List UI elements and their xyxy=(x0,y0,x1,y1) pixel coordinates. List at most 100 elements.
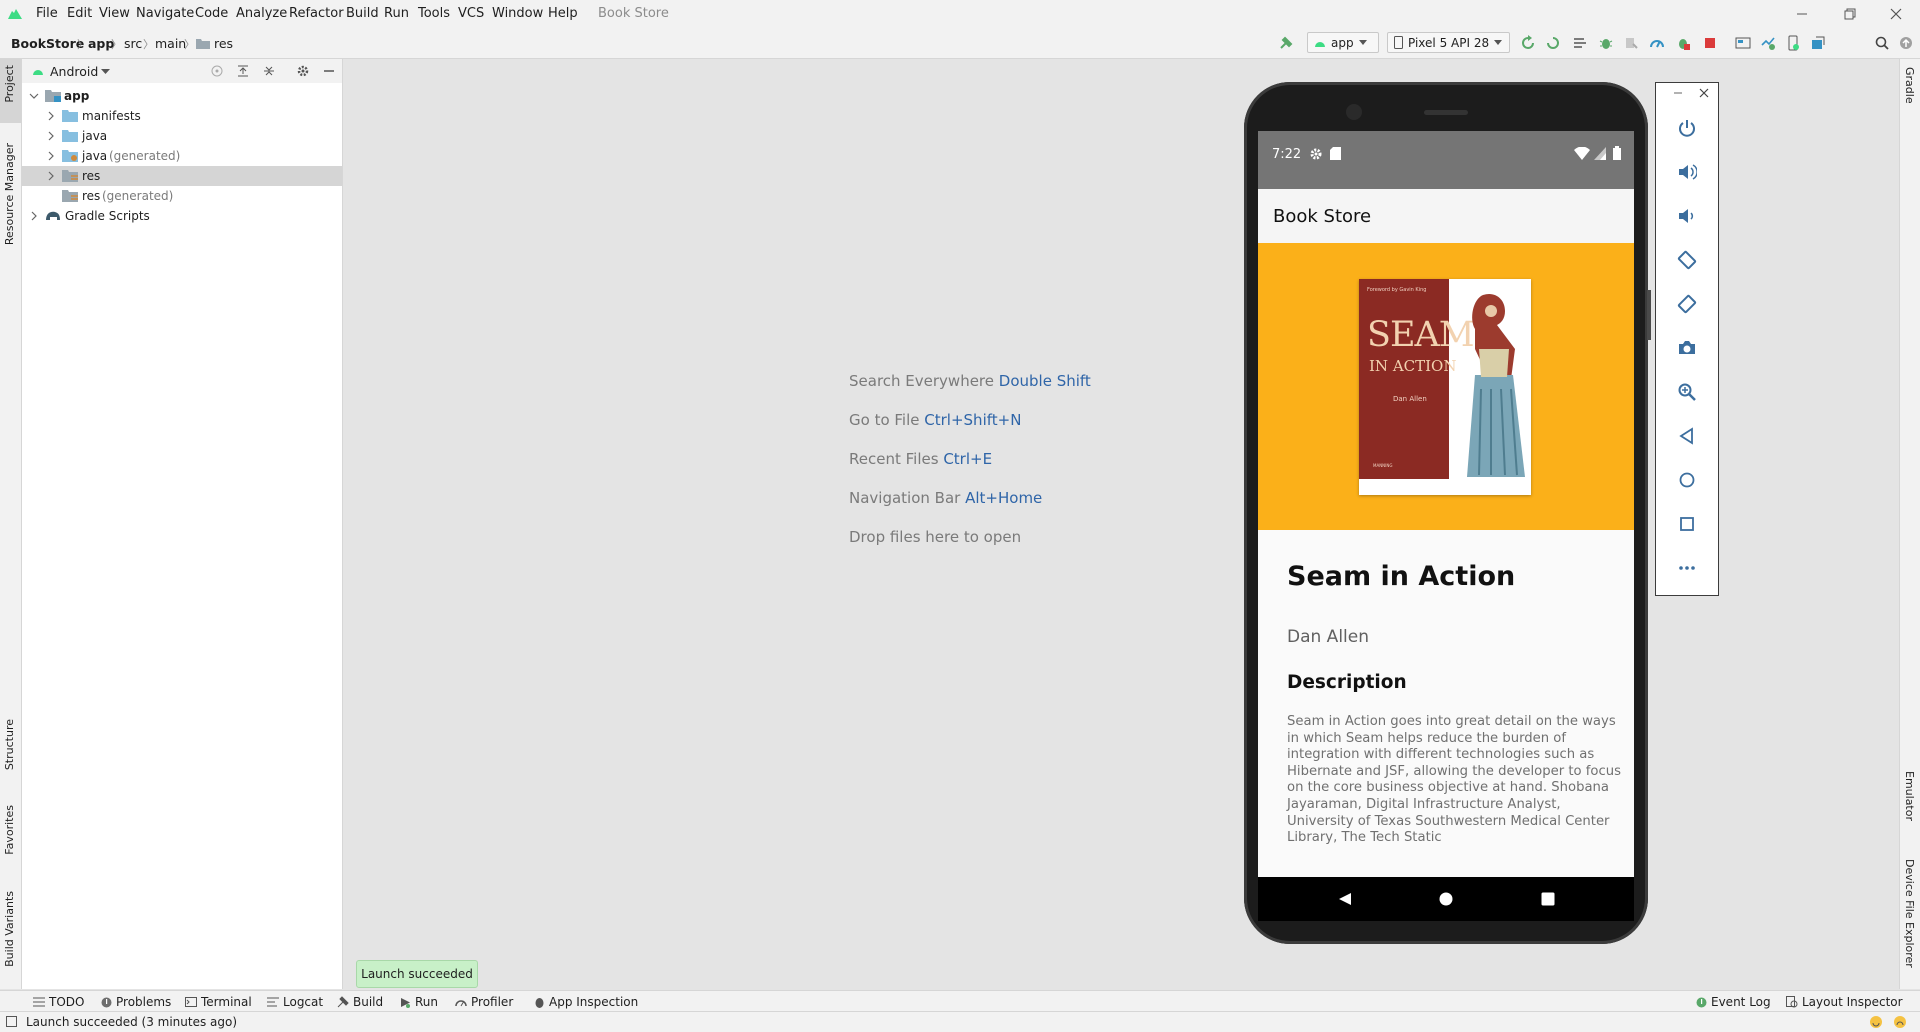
run-configuration-select[interactable]: app xyxy=(1307,32,1379,53)
terminal-tab[interactable]: Terminal xyxy=(185,995,252,1009)
locate-file-icon[interactable] xyxy=(210,64,224,78)
search-icon[interactable] xyxy=(1872,33,1892,53)
chevron-right-icon[interactable] xyxy=(46,171,56,181)
layout-inspector-tab[interactable]: Layout Inspector xyxy=(1786,995,1903,1009)
profiler-tab[interactable]: Profiler xyxy=(455,995,513,1009)
nav-back-icon[interactable] xyxy=(1338,892,1352,906)
menu-vcs[interactable]: VCS xyxy=(458,6,484,21)
tree-node-manifests[interactable]: manifests xyxy=(22,106,342,126)
menu-file[interactable]: File xyxy=(36,6,58,21)
stop-icon[interactable] xyxy=(1700,33,1720,53)
more-options-icon[interactable] xyxy=(1674,555,1700,581)
chevron-right-icon[interactable] xyxy=(46,111,56,121)
close-emulator-icon[interactable] xyxy=(1699,88,1709,98)
back-triangle-icon[interactable] xyxy=(1674,423,1700,449)
tree-node-app[interactable]: app xyxy=(22,86,342,106)
nav-home-icon[interactable] xyxy=(1439,892,1453,906)
build-variants-tool-tab[interactable]: Build Variants xyxy=(3,891,16,967)
menu-window[interactable]: Window xyxy=(492,6,543,21)
chevron-down-icon[interactable] xyxy=(101,69,110,74)
favorites-tool-tab[interactable]: Favorites xyxy=(3,805,16,855)
attach-debugger-icon[interactable] xyxy=(1621,33,1641,53)
sync-gradle-icon[interactable] xyxy=(1758,33,1778,53)
nav-recents-icon[interactable] xyxy=(1541,892,1555,906)
breadcrumb-res[interactable]: res xyxy=(214,36,233,51)
hide-panel-icon[interactable] xyxy=(322,64,336,78)
chevron-right-icon[interactable] xyxy=(29,211,39,221)
restore-window-icon[interactable] xyxy=(1840,4,1860,24)
menu-edit[interactable]: Edit xyxy=(67,6,92,21)
make-project-hammer-icon[interactable] xyxy=(1276,33,1296,53)
home-circle-icon[interactable] xyxy=(1674,467,1700,493)
problems-tab[interactable]: Problems xyxy=(101,995,171,1009)
app-inspection-tab[interactable]: App Inspection xyxy=(534,995,638,1009)
apply-code-changes-icon[interactable] xyxy=(1570,33,1590,53)
menu-analyze[interactable]: Analyze xyxy=(236,6,287,21)
menu-code[interactable]: Code xyxy=(195,6,228,21)
emulator-screen[interactable]: 7:22 Book Store Foreword by Gavin King S… xyxy=(1258,131,1634,877)
feedback-sad-icon[interactable] xyxy=(1893,1015,1907,1029)
resource-manager-tool-tab[interactable]: Resource Manager xyxy=(3,143,16,245)
chevron-right-icon[interactable] xyxy=(46,151,56,161)
volume-up-icon[interactable] xyxy=(1674,159,1700,185)
ide-updates-icon[interactable] xyxy=(1896,33,1916,53)
todo-tab[interactable]: TODO xyxy=(33,995,84,1009)
tree-node-gradle-scripts[interactable]: Gradle Scripts xyxy=(22,206,342,226)
structure-tool-tab[interactable]: Structure xyxy=(3,719,16,770)
device-select[interactable]: Pixel 5 API 28 xyxy=(1387,32,1510,53)
view-mode-select[interactable]: Android xyxy=(50,64,98,79)
event-log-tab[interactable]: Event Log xyxy=(1696,995,1771,1009)
emulator-tool-tab[interactable]: Emulator xyxy=(1903,771,1916,821)
project-tool-tab[interactable]: Project xyxy=(3,65,16,103)
menu-navigate[interactable]: Navigate xyxy=(136,6,194,21)
menu-refactor[interactable]: Refactor xyxy=(289,6,344,21)
sdk-manager-icon[interactable] xyxy=(1808,33,1828,53)
overview-square-icon[interactable] xyxy=(1674,511,1700,537)
breadcrumb-main[interactable]: main xyxy=(155,36,186,51)
gear-icon[interactable] xyxy=(296,64,310,78)
menu-run[interactable]: Run xyxy=(384,6,409,21)
feedback-smile-icon[interactable] xyxy=(1869,1015,1883,1029)
device-manager-icon[interactable] xyxy=(1783,33,1803,53)
rotate-right-icon[interactable] xyxy=(1674,291,1700,317)
project-structure-icon[interactable] xyxy=(1733,33,1753,53)
volume-down-icon[interactable] xyxy=(1674,203,1700,229)
tree-node-java-generated[interactable]: java (generated) xyxy=(22,146,342,166)
phone-device-icon xyxy=(1394,36,1403,49)
collapse-all-icon[interactable] xyxy=(262,64,276,78)
tree-node-res-generated[interactable]: res (generated) xyxy=(22,186,342,206)
close-window-icon[interactable] xyxy=(1886,4,1906,24)
shortcut-key: Alt+Home xyxy=(965,489,1043,507)
screenshot-camera-icon[interactable] xyxy=(1674,335,1700,361)
zoom-icon[interactable] xyxy=(1674,379,1700,405)
rerun-icon[interactable] xyxy=(1518,33,1538,53)
android-view-icon xyxy=(32,66,44,76)
profile-icon[interactable] xyxy=(1647,33,1667,53)
rotate-left-icon[interactable] xyxy=(1674,247,1700,273)
minimize-emulator-icon[interactable] xyxy=(1673,88,1683,98)
breadcrumb-src[interactable]: src xyxy=(124,36,142,51)
minimize-window-icon[interactable] xyxy=(1792,4,1812,24)
status-panel-toggle-icon[interactable] xyxy=(6,1016,17,1027)
build-tab[interactable]: Build xyxy=(337,995,383,1009)
menu-view[interactable]: View xyxy=(99,6,130,21)
menu-tools[interactable]: Tools xyxy=(418,6,450,21)
device-file-explorer-tool-tab[interactable]: Device File Explorer xyxy=(1903,859,1916,968)
menu-help[interactable]: Help xyxy=(548,6,578,21)
expand-all-icon[interactable] xyxy=(236,64,250,78)
apply-changes-restart-icon[interactable] xyxy=(1543,33,1563,53)
debug-attach-icon[interactable] xyxy=(1673,33,1693,53)
run-tab[interactable]: Run xyxy=(400,995,438,1009)
chevron-down-icon[interactable] xyxy=(29,91,39,101)
event-log-icon xyxy=(1696,997,1707,1007)
window-title: Book Store xyxy=(598,6,669,21)
menu-build[interactable]: Build xyxy=(346,6,379,21)
power-icon[interactable] xyxy=(1674,115,1700,141)
logcat-tab[interactable]: Logcat xyxy=(267,995,323,1009)
breadcrumb-project[interactable]: BookStore xyxy=(11,36,84,51)
chevron-right-icon[interactable] xyxy=(46,131,56,141)
gradle-tool-tab[interactable]: Gradle xyxy=(1903,67,1916,104)
tree-node-res[interactable]: res xyxy=(22,166,342,186)
debug-bug-icon[interactable] xyxy=(1596,33,1616,53)
tree-node-java[interactable]: java xyxy=(22,126,342,146)
